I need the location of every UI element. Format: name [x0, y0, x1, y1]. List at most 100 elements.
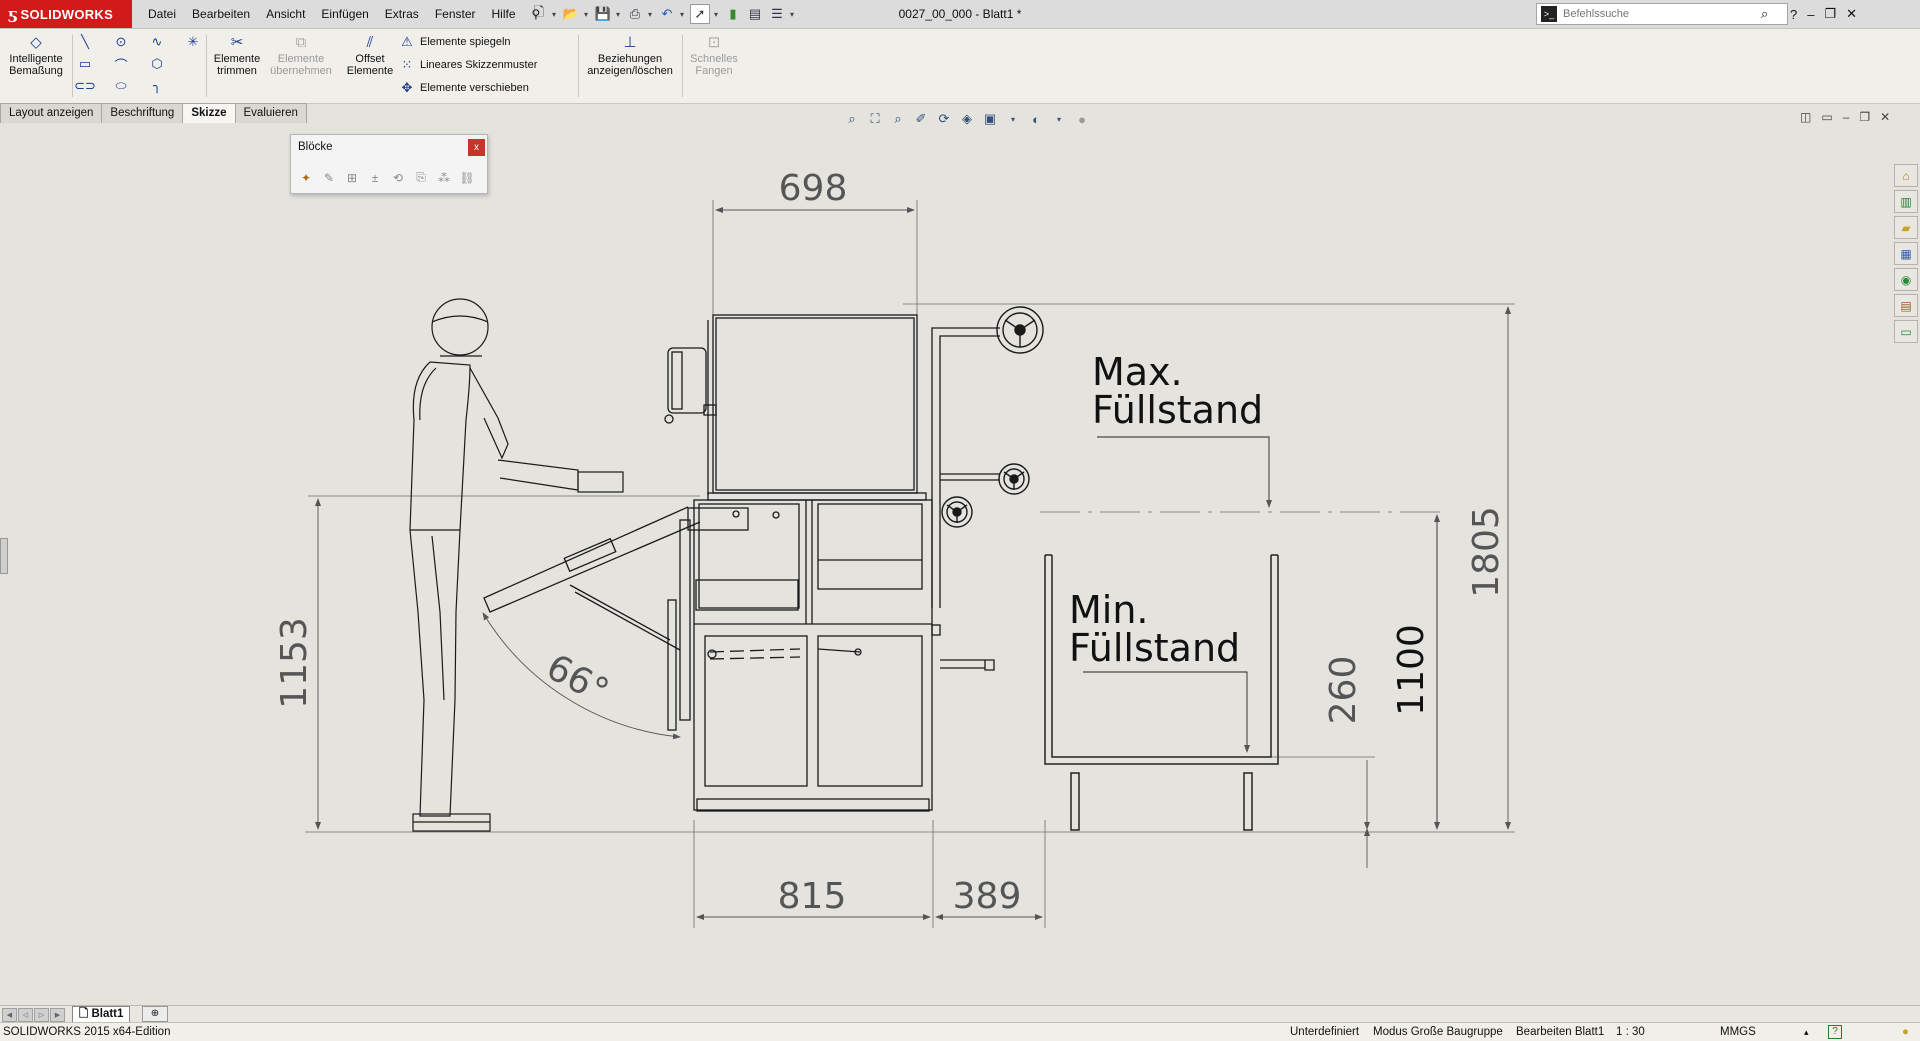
relations-button[interactable]: ⊥ Beziehungen anzeigen/löschen — [582, 33, 678, 77]
blocks-toolbar-panel[interactable]: Blöcke x ✦ ✎ ⊞ ± ⟲ ⎘ ⁂ ⛓ — [290, 134, 488, 194]
pan-icon[interactable]: ✐ — [912, 110, 930, 128]
print-icon[interactable]: ⎙ — [626, 5, 644, 23]
help-icon[interactable]: ? — [1790, 7, 1797, 22]
dim-389[interactable]: 389 — [953, 876, 1022, 917]
forum-icon[interactable]: ▭ — [1894, 320, 1918, 343]
menu-extras[interactable]: Extras — [377, 0, 427, 28]
display-style-icon[interactable]: ▣ — [981, 110, 999, 128]
chevron-down-icon[interactable]: ▾ — [552, 10, 558, 19]
add-sheet-icon[interactable]: ⊕ — [142, 1006, 168, 1022]
view-palette-icon[interactable]: ▦ — [1894, 242, 1918, 265]
dim-1805[interactable]: 1805 — [1466, 506, 1507, 598]
chevron-down-icon[interactable]: ▾ — [714, 10, 720, 19]
viewport-split-icon[interactable]: ◫ — [1800, 110, 1811, 124]
open-folder-icon[interactable]: 📂 — [562, 5, 580, 23]
close-icon[interactable]: ✕ — [1846, 6, 1857, 22]
drawing-sheet[interactable]: 698 1805 1153 66° 815 389 1100 260 Max. … — [0, 123, 1920, 1005]
section-view-icon[interactable]: ◈ — [958, 110, 976, 128]
unit-system[interactable]: MMGS — [1720, 1023, 1756, 1041]
rebuild-icon[interactable]: ▮ — [724, 5, 742, 23]
chevron-down-icon[interactable]: ▾ — [616, 10, 622, 19]
restore-icon[interactable]: ❐ — [1824, 6, 1836, 22]
chevron-up-icon[interactable]: ▴ — [1804, 1023, 1809, 1041]
viewport-tile-icon[interactable]: ▭ — [1821, 110, 1832, 124]
min-label-line2[interactable]: Füllstand — [1069, 626, 1240, 670]
menu-fenster[interactable]: Fenster — [427, 0, 484, 28]
menu-datei[interactable]: Datei — [140, 0, 184, 28]
file-properties-icon[interactable]: ▤ — [746, 5, 764, 23]
save-block-icon[interactable]: ⎘ — [412, 169, 430, 186]
next-sheet-icon[interactable]: ▷ — [34, 1008, 49, 1022]
sheet-scale[interactable]: 1 : 30 — [1616, 1023, 1645, 1041]
zoom-to-fit-icon[interactable]: ⌕ — [843, 110, 861, 128]
notification-icon[interactable]: ● — [1902, 1023, 1909, 1041]
feature-manager-handle[interactable] — [0, 538, 8, 574]
prev-sheet-icon[interactable]: ◁ — [18, 1008, 33, 1022]
command-search[interactable]: >_ ⌕ — [1536, 3, 1788, 25]
dim-815[interactable]: 815 — [778, 876, 847, 917]
slot-icon[interactable]: ⊂⊃ — [74, 77, 96, 95]
first-sheet-icon[interactable]: ◀ — [2, 1008, 17, 1022]
tab-evaluieren[interactable]: Evaluieren — [235, 103, 307, 124]
minimize-icon[interactable]: – — [1807, 7, 1814, 22]
custom-properties-icon[interactable]: ▤ — [1894, 294, 1918, 317]
resources-icon[interactable]: ▥ — [1894, 190, 1918, 213]
quick-snaps-button[interactable]: ⊡ Schnelles Fangen — [684, 33, 744, 77]
chevron-down-icon[interactable]: ▾ — [1004, 110, 1022, 128]
last-sheet-icon[interactable]: ▶ — [50, 1008, 65, 1022]
zoom-to-area-icon[interactable]: ⛶ — [866, 110, 884, 128]
convert-entities-button[interactable]: ⧉ Elemente übernehmen — [268, 33, 334, 77]
max-label-line2[interactable]: Füllstand — [1092, 388, 1263, 432]
rebuild-block-icon[interactable]: ⟲ — [389, 169, 407, 186]
select-pointer-icon[interactable]: ➚ — [690, 4, 710, 24]
offset-entities-button[interactable]: ⫽ Offset Elemente — [340, 33, 400, 77]
rectangle-icon[interactable]: ▭ — [74, 55, 96, 73]
chevron-down-icon[interactable]: ▾ — [1050, 110, 1068, 128]
point-icon[interactable]: ✳ — [182, 33, 204, 51]
close-icon[interactable]: ✕ — [1880, 110, 1890, 124]
add-remove-icon[interactable]: ± — [366, 169, 384, 186]
folder-icon[interactable]: ▰ — [1894, 216, 1918, 239]
chevron-down-icon[interactable]: ▾ — [680, 10, 686, 19]
menu-hilfe[interactable]: Hilfe — [484, 0, 524, 28]
sheet-tab-blatt1[interactable]: 🗋 Blatt1 — [72, 1006, 131, 1023]
zoom-in-out-icon[interactable]: ⌕ — [889, 110, 907, 128]
spline-icon[interactable]: ∿ — [146, 33, 168, 51]
dim-1153[interactable]: 1153 — [274, 617, 315, 709]
home-icon[interactable]: ⌂ — [1894, 164, 1918, 187]
rotate-view-icon[interactable]: ⟳ — [935, 110, 953, 128]
undo-icon[interactable]: ↶ — [658, 5, 676, 23]
solidworks-logo[interactable]: ƽ SOLIDWORKS — [0, 0, 132, 28]
make-block-icon[interactable]: ✦ — [297, 169, 315, 186]
belt-chain-icon[interactable]: ⛓ — [458, 169, 476, 186]
close-icon[interactable]: x — [468, 139, 485, 156]
hide-show-icon[interactable]: ◐ — [1027, 110, 1045, 128]
options-icon[interactable]: ☰ — [768, 5, 786, 23]
line-icon[interactable]: ╲ — [74, 33, 96, 51]
new-document-icon[interactable]: 🗋 — [530, 4, 548, 23]
tab-beschriftung[interactable]: Beschriftung — [102, 103, 184, 124]
ellipse-icon[interactable]: ⬭ — [110, 77, 132, 95]
dim-698[interactable]: 698 — [779, 168, 848, 209]
edit-block-icon[interactable]: ✎ — [320, 169, 338, 186]
chevron-down-icon[interactable]: ▾ — [584, 10, 590, 19]
smart-dimension-button[interactable]: ◇ Intelligente Bemaßung — [4, 33, 68, 77]
circle-icon[interactable]: ⊙ — [110, 33, 132, 51]
polygon-icon[interactable]: ⬡ — [146, 55, 168, 73]
trim-entities-button[interactable]: ✂ Elemente trimmen — [208, 33, 266, 77]
insert-block-icon[interactable]: ⊞ — [343, 169, 361, 186]
tab-skizze[interactable]: Skizze — [183, 103, 236, 124]
appearances-icon[interactable]: ◉ — [1894, 268, 1918, 291]
move-entities-button[interactable]: ✥ Elemente verschieben — [400, 80, 529, 96]
appearance-icon[interactable]: ● — [1073, 110, 1091, 128]
menu-ansicht[interactable]: Ansicht — [258, 0, 313, 28]
chevron-down-icon[interactable]: ▾ — [790, 10, 796, 19]
chevron-down-icon[interactable]: ▾ — [648, 10, 654, 19]
dim-260[interactable]: 260 — [1323, 656, 1364, 725]
save-icon[interactable]: 💾 — [594, 5, 612, 23]
dim-1100[interactable]: 1100 — [1391, 624, 1432, 716]
linear-pattern-button[interactable]: ⁙ Lineares Skizzenmuster — [400, 57, 538, 73]
restore-icon[interactable]: ❐ — [1859, 110, 1870, 124]
tab-layout-anzeigen[interactable]: Layout anzeigen — [0, 103, 103, 124]
explode-block-icon[interactable]: ⁂ — [435, 169, 453, 186]
